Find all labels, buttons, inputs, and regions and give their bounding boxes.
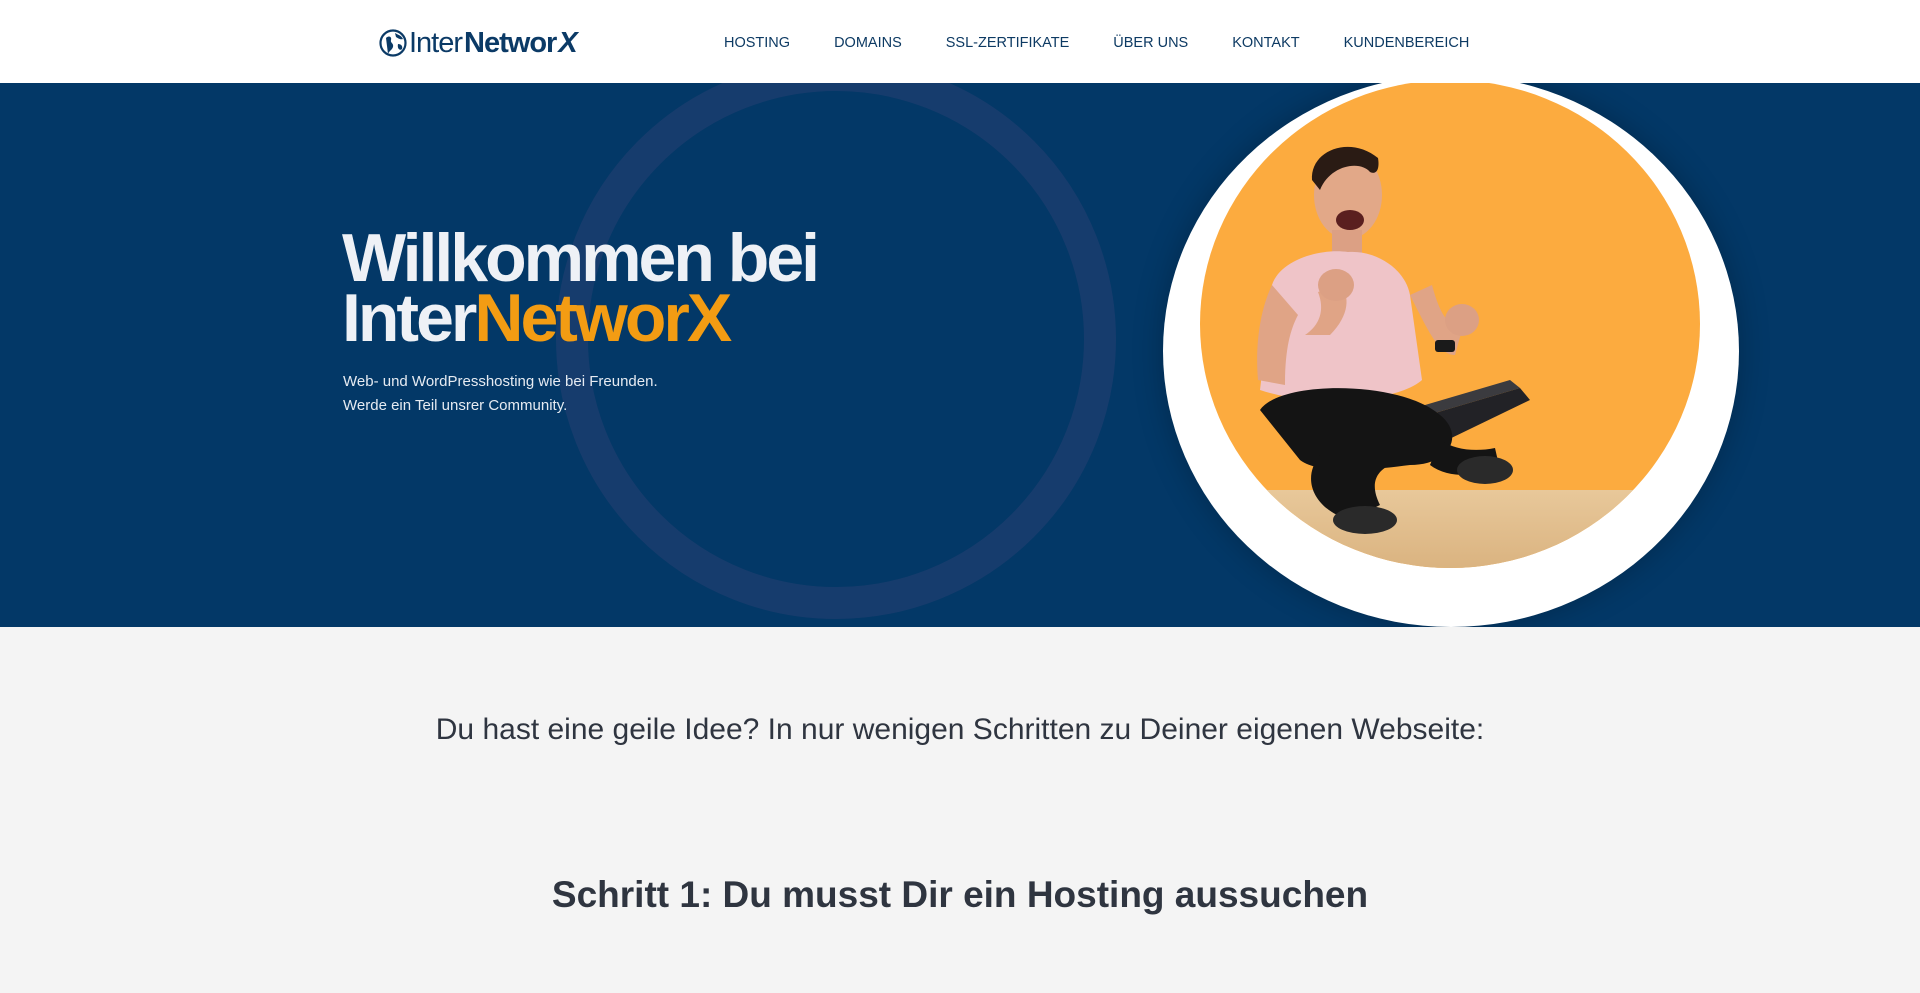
nav-ueber-uns[interactable]: ÜBER UNS [1113,35,1188,51]
hero-photo-happy-man-with-laptop [1200,83,1700,568]
nav-kundenbereich[interactable]: KUNDENBEREICH [1344,35,1470,51]
main-nav: HOSTING DOMAINS SSL-ZERTIFIKATE ÜBER UNS… [724,35,1513,51]
hero-subtitle-line2: Werde ein Teil unsrer Community. [343,397,568,414]
logo-text-networ: Networ [464,26,557,59]
nav-ssl-zertifikate[interactable]: SSL-ZERTIFIKATE [946,35,1070,51]
hero-title-inter: Inter [342,280,477,356]
logo-text-inter: Inter [409,26,463,59]
nav-kontakt[interactable]: KONTAKT [1232,35,1299,51]
intro-heading: Du hast eine geile Idee? In nur wenigen … [435,713,1485,746]
nav-domains[interactable]: DOMAINS [834,35,902,51]
site-header: Inter Networ X HOSTING DOMAINS SSL-ZERTIFI… [0,0,1920,83]
hero-subtitle: Web- und WordPresshosting wie bei Freund… [343,370,658,418]
step-1-heading: Schritt 1: Du musst Dir ein Hosting auss… [551,874,1369,915]
hero-title: Willkommen bei InterNetworX [342,224,820,352]
hero-section: Willkommen bei InterNetworX Web- und Wor… [0,83,1920,627]
hero-title-networx: NetworX [474,280,732,356]
hero-subtitle-line1: Web- und WordPresshosting wie bei Freund… [343,373,658,390]
logo-text-x: X [558,26,577,59]
nav-hosting[interactable]: HOSTING [724,35,790,51]
site-logo[interactable]: Inter Networ X [379,26,578,60]
man-illustration [1257,146,1530,534]
globe-icon [379,29,407,57]
